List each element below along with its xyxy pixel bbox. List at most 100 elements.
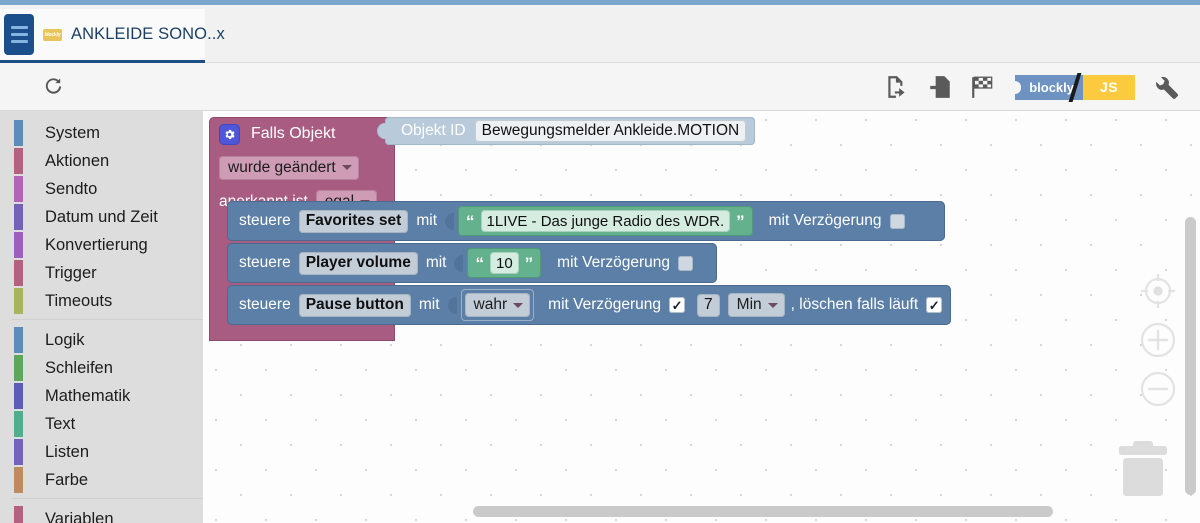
browser-tab-strip: blockly ANKLEIDE SONO..x [0,5,1200,63]
text-value-block[interactable]: “ 10 ” [467,248,542,278]
control-block-player-volume[interactable]: steuere Player volume mit “ 10 ” mit Ver… [227,243,717,283]
browser-tab[interactable]: blockly ANKLEIDE SONO..x [0,9,225,63]
category-color-swatch [14,327,23,353]
blockly-workspace[interactable]: Falls Objekt wurde geändert anerkannt is… [203,111,1200,523]
sidebar-item-label: Variablen [45,509,114,523]
sidebar-item-listen[interactable]: Listen [0,438,203,466]
value-socket [445,212,455,230]
chevron-down-icon [341,165,352,170]
control-delay-label: mit Verzögerung [768,212,882,229]
value-socket [454,254,464,272]
quote-close-icon: ” [736,211,745,231]
browser-tab-title: ANKLEIDE SONO..x [71,25,225,43]
sidebar-item-logik[interactable]: Logik [0,326,203,354]
horizontal-scrollbar[interactable] [473,506,1053,517]
control-with-label: mit [416,212,438,229]
settings-button[interactable] [1154,74,1180,100]
text-value-field[interactable]: 10 [489,252,519,274]
control-clear-checkbox[interactable] [926,297,943,313]
sidebar-item-konvertierung[interactable]: Konvertierung [0,231,203,259]
value-socket [447,296,457,314]
import-blocks-button[interactable] [927,74,953,100]
sidebar-item-sendto[interactable]: Sendto [0,175,203,203]
control-target-field[interactable]: Pause button [298,293,411,317]
sidebar-item-aktionen[interactable]: Aktionen [0,147,203,175]
blockly-toolbox[interactable]: System Aktionen Sendto Datum und Zeit Ko… [0,111,203,523]
text-value: 1LIVE - Das junge Radio des WDR. [486,212,725,230]
zoom-out-button[interactable] [1138,369,1178,409]
trash-icon [1119,441,1167,496]
delay-amount-field[interactable]: 7 [697,293,720,317]
control-delay-checkbox[interactable] [889,213,905,229]
toolbox-separator [12,498,203,499]
event-block-header: Falls Objekt [209,117,395,149]
blockly-toolbar: blockly JS [0,63,1200,111]
category-color-swatch [14,288,23,314]
gear-glyph [225,129,235,139]
main-area: System Aktionen Sendto Datum und Zeit Ko… [0,111,1200,523]
sidebar-item-label: Konvertierung [45,235,148,254]
control-block-favorites-set[interactable]: steuere Favorites set mit “ 1LIVE - Das … [227,201,945,241]
sidebar-item-label: Trigger [45,263,97,282]
quote-open-icon: “ [466,211,475,231]
category-color-swatch [14,411,23,437]
control-target-field[interactable]: Favorites set [298,209,409,233]
category-color-swatch [14,260,23,286]
sidebar-item-schleifen[interactable]: Schleifen [0,354,203,382]
control-delay-label: mit Verzögerung [557,254,671,271]
sidebar-item-farbe[interactable]: Farbe [0,466,203,494]
export-blocks-button[interactable] [884,74,910,100]
import-icon [930,76,950,98]
event-condition-dropdown[interactable]: wurde geändert [219,155,359,180]
object-id-block[interactable]: Objekt ID Bewegungsmelder Ankleide.MOTIO… [376,117,756,145]
zoom-reset-button[interactable] [1138,271,1178,311]
language-toggle[interactable]: blockly JS [1014,72,1135,102]
text-value-block[interactable]: “ 1LIVE - Das junge Radio des WDR. ” [458,206,753,236]
vertical-scrollbar[interactable] [1185,217,1196,495]
category-color-swatch [14,506,23,523]
sidebar-item-datum-und-zeit[interactable]: Datum und Zeit [0,203,203,231]
sidebar-item-system[interactable]: System [0,119,203,147]
sidebar-item-timeouts[interactable]: Timeouts [0,287,203,315]
control-block-pause-button[interactable]: steuere Pause button mit wahr mit Verzög… [227,285,951,325]
refresh-button[interactable] [36,70,70,104]
control-delay-label: mit Verzögerung [548,296,662,313]
delay-amount-value: 7 [704,296,713,313]
object-id-field[interactable]: Bewegungsmelder Ankleide.MOTION [474,120,747,142]
sidebar-item-label: Text [45,414,76,433]
zoom-in-button[interactable] [1138,320,1178,360]
sidebar-item-label: Farbe [45,470,89,489]
flag-icon [972,76,993,98]
control-delay-checkbox[interactable] [678,255,694,271]
refresh-icon [45,78,61,94]
boolean-dropdown[interactable]: wahr [464,293,531,317]
sidebar-item-label: Timeouts [45,291,113,310]
control-target-value: Player volume [305,254,411,271]
gear-icon[interactable] [219,123,240,145]
lang-js-label[interactable]: JS [1083,74,1135,100]
toolbox-separator [12,319,203,320]
sidebar-item-text[interactable]: Text [0,410,203,438]
boolean-value-block[interactable]: wahr [460,289,535,321]
toolbar-actions: blockly JS [884,63,1180,111]
text-value: 10 [495,254,513,272]
list-lines-icon [4,14,34,55]
checkered-flag-button[interactable] [970,74,996,100]
control-clear-label: , löschen falls läuft [790,296,919,313]
category-color-swatch [14,439,23,465]
sidebar-item-trigger[interactable]: Trigger [0,259,203,287]
control-with-label: mit [418,296,440,313]
sidebar-item-label: Schleifen [45,358,113,377]
text-value-field[interactable]: 1LIVE - Das junge Radio des WDR. [480,210,731,232]
event-condition-row: wurde geändert [209,149,395,186]
object-id-label: Objekt ID [401,122,466,139]
control-verb: steuere [239,212,291,229]
trash-button[interactable] [1112,438,1174,505]
export-icon [888,76,905,98]
sidebar-item-variablen[interactable]: Variablen [0,505,203,523]
control-target-field[interactable]: Player volume [298,251,418,275]
category-color-swatch [14,467,23,493]
sidebar-item-mathematik[interactable]: Mathematik [0,382,203,410]
control-delay-checkbox[interactable] [669,297,686,313]
delay-unit-dropdown[interactable]: Min [727,293,785,317]
